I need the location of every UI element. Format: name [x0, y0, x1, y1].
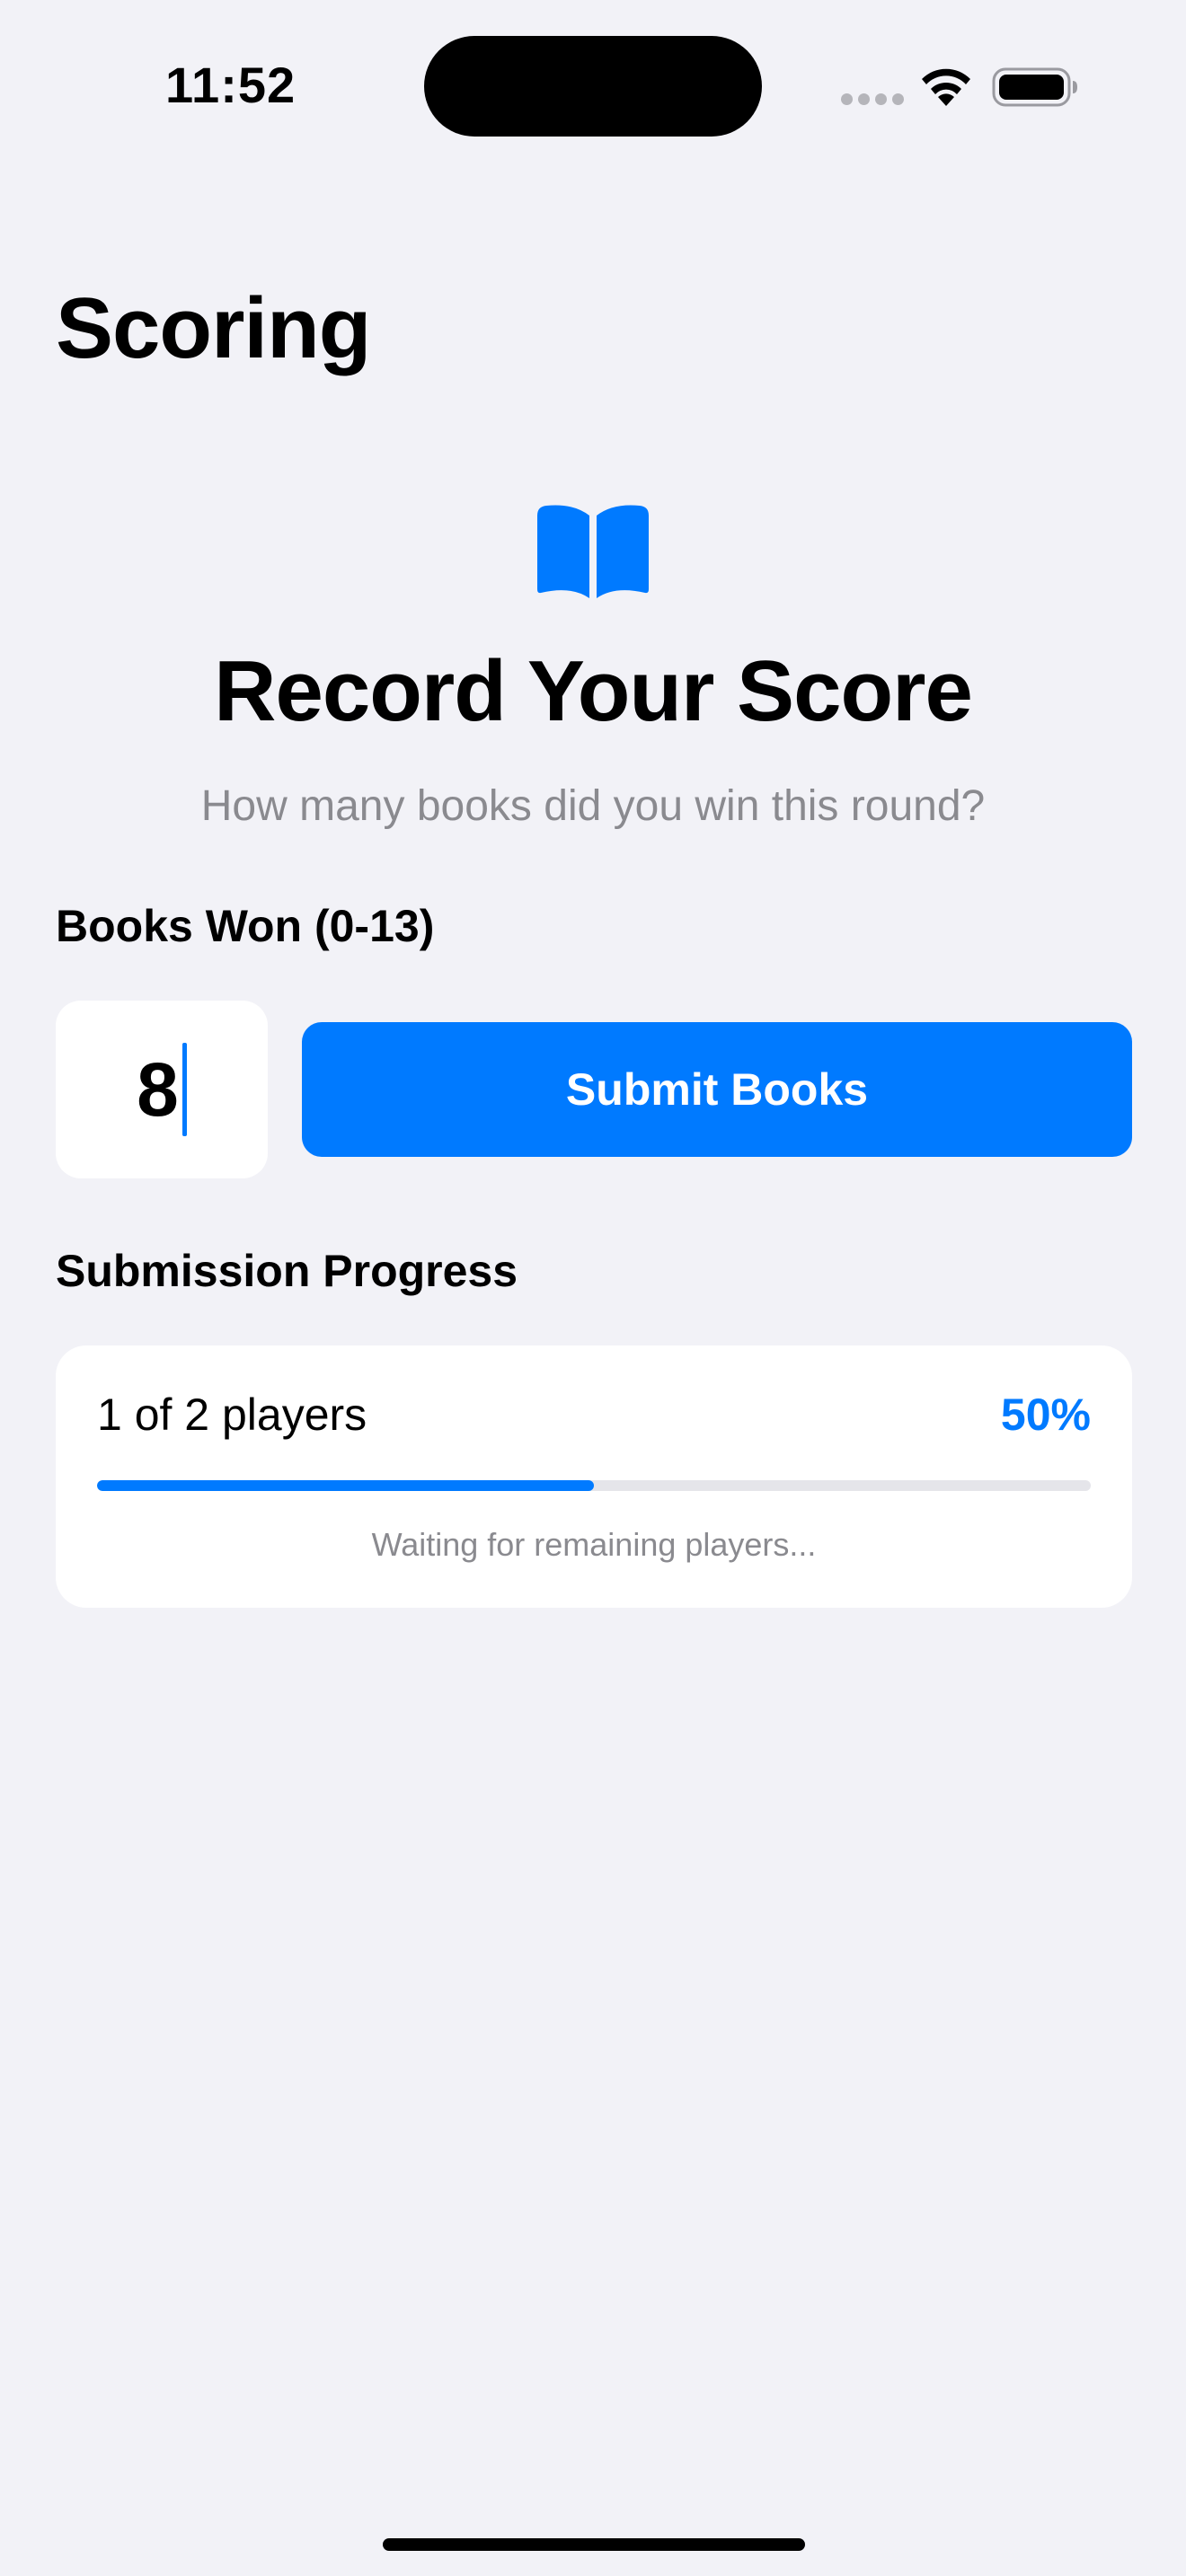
- hero-heading: Record Your Score: [214, 643, 973, 739]
- hero-subtitle: How many books did you win this round?: [200, 782, 986, 830]
- battery-icon: [992, 67, 1077, 107]
- players-count: 1 of 2 players: [97, 1389, 367, 1440]
- dynamic-island: [424, 36, 762, 137]
- books-won-value: 8: [137, 1047, 179, 1132]
- progress-card: 1 of 2 players 50% Waiting for remaining…: [56, 1345, 1132, 1608]
- page-title: Scoring: [56, 280, 371, 376]
- progress-bar: [97, 1480, 1091, 1491]
- cellular-signal-icon: [841, 93, 904, 106]
- progress-percent: 50%: [1000, 1389, 1091, 1440]
- progress-status: Waiting for remaining players...: [371, 1526, 817, 1563]
- submission-progress-label: Submission Progress: [56, 1246, 518, 1296]
- wifi-icon: [922, 68, 970, 106]
- books-won-input[interactable]: 8: [56, 1001, 268, 1178]
- progress-bar-fill: [97, 1480, 594, 1491]
- submit-books-button[interactable]: Submit Books: [302, 1022, 1132, 1157]
- text-caret: [181, 1043, 187, 1136]
- status-time: 11:52: [165, 57, 296, 113]
- book-icon: [537, 505, 649, 598]
- status-bar: 11:52: [0, 0, 1186, 171]
- home-indicator[interactable]: [383, 2538, 805, 2551]
- books-won-label: Books Won (0-13): [56, 901, 435, 951]
